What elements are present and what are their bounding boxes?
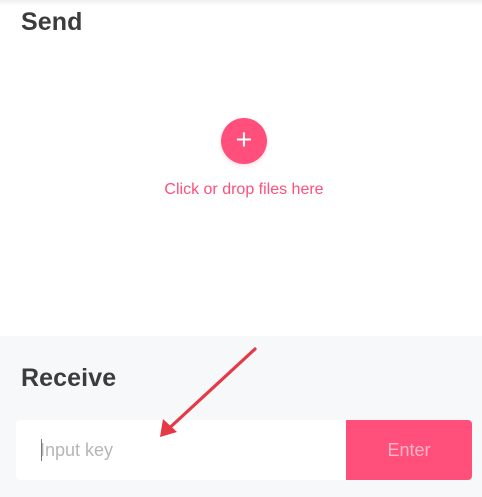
file-transfer-page: Send + Click or drop files here Receive … — [0, 0, 482, 497]
add-file-icon[interactable]: + — [221, 118, 267, 164]
send-title: Send — [21, 8, 83, 36]
drop-files-text[interactable]: Click or drop files here — [120, 180, 368, 200]
send-section: Send + Click or drop files here — [0, 0, 482, 336]
plus-icon: + — [235, 123, 253, 156]
enter-button[interactable]: Enter — [346, 420, 472, 480]
receive-section: Receive Enter — [0, 336, 482, 497]
receive-title: Receive — [21, 364, 117, 392]
top-shadow — [0, 0, 482, 6]
key-input[interactable] — [16, 420, 346, 480]
file-drop-zone[interactable]: + Click or drop files here — [120, 108, 368, 210]
